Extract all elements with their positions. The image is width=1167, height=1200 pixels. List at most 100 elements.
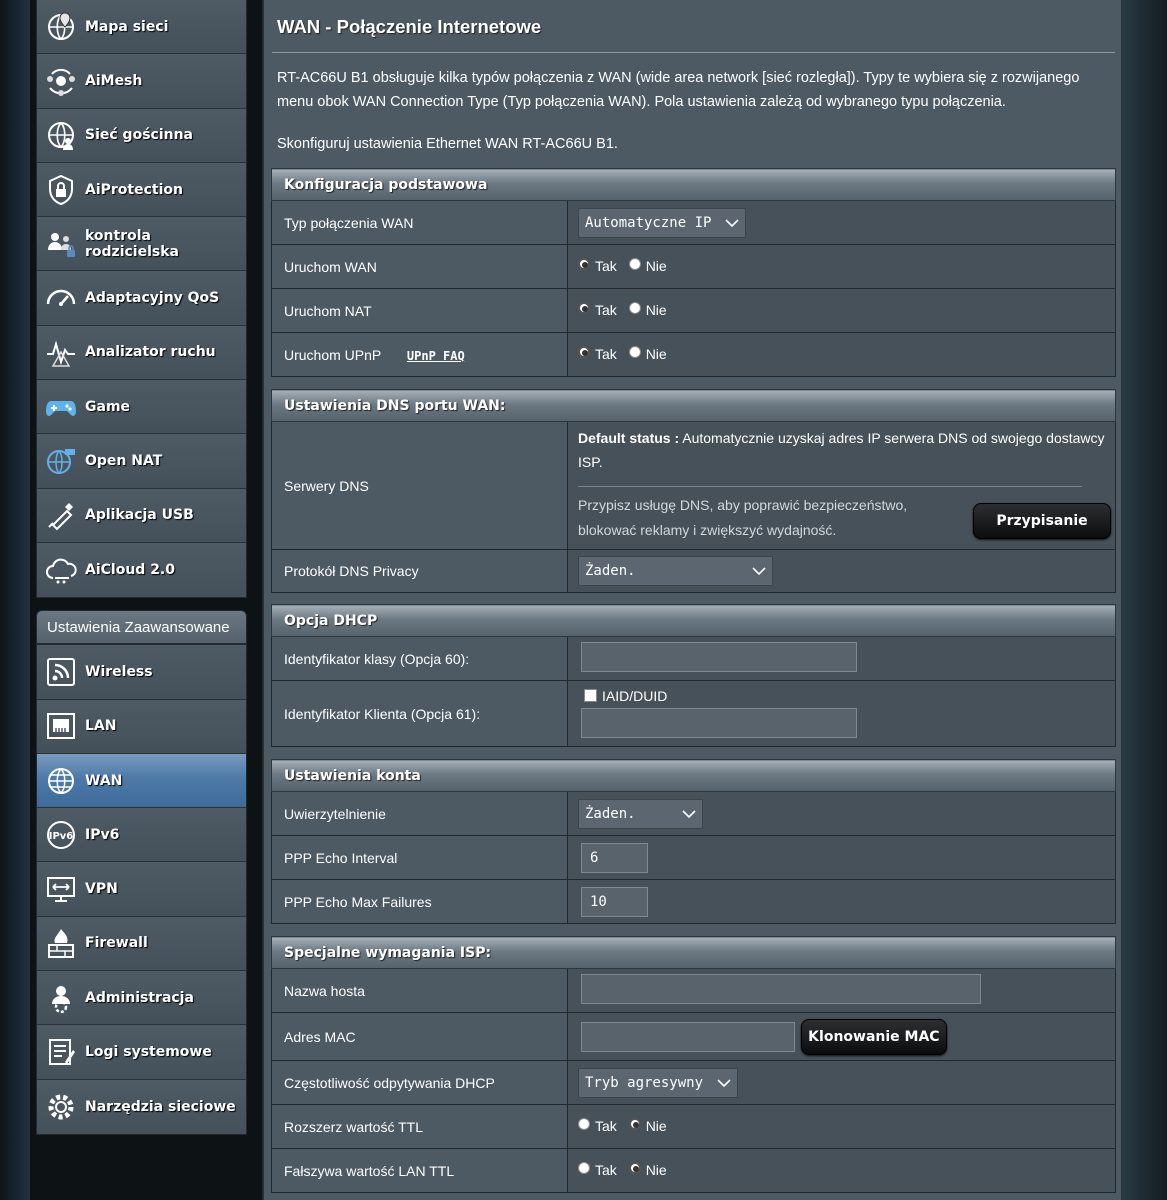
network-tools-icon bbox=[37, 1083, 85, 1131]
menu-label: Adaptacyjny QoS bbox=[85, 290, 220, 307]
ipv6-icon: IPv6 bbox=[37, 811, 85, 859]
guest-network-icon bbox=[37, 111, 85, 159]
dns-privacy-select[interactable]: Żaden. bbox=[578, 556, 773, 586]
extend-ttl-no-radio[interactable]: Nie bbox=[628, 1118, 667, 1134]
iaid-duid-checkbox[interactable] bbox=[584, 688, 597, 702]
wan-type-select[interactable]: Automatyczne IP bbox=[578, 207, 746, 238]
enable-wan-label: Uruchom WAN bbox=[271, 244, 568, 289]
network-map-icon bbox=[37, 3, 85, 51]
menu-item-aiprotection[interactable]: AiProtection bbox=[37, 162, 246, 218]
extend-ttl-yes-radio[interactable]: Tak bbox=[578, 1118, 617, 1134]
default-status-label: Default status : bbox=[578, 430, 680, 446]
chevron-down-icon bbox=[725, 218, 739, 227]
menu-label: IPv6 bbox=[85, 826, 120, 843]
radio-dot bbox=[578, 258, 590, 270]
section-header: Opcja DHCP bbox=[271, 604, 1116, 637]
mac-label: Adres MAC bbox=[271, 1012, 568, 1061]
system-log-icon bbox=[37, 1028, 85, 1076]
spoof-ttl-label: Fałszywa wartość LAN TTL bbox=[271, 1148, 568, 1193]
menu-item-adaptive-qos[interactable]: Adaptacyjny QoS bbox=[37, 271, 246, 326]
hostname-input[interactable] bbox=[581, 974, 981, 1004]
wan-type-label: Typ połączenia WAN bbox=[271, 200, 568, 245]
chevron-down-icon bbox=[717, 1078, 731, 1087]
enable-wan-no-radio[interactable]: Nie bbox=[628, 258, 667, 274]
radio-label: Tak bbox=[595, 1118, 617, 1134]
spoof-ttl-yes-radio[interactable]: Tak bbox=[578, 1162, 617, 1178]
firewall-icon bbox=[37, 919, 85, 967]
menu-item-game[interactable]: Game bbox=[37, 380, 246, 435]
menu-label: kontrola rodzicielska bbox=[85, 227, 179, 260]
menu-label: Wireless bbox=[85, 663, 153, 680]
mac-clone-button[interactable]: Klonowanie MAC bbox=[800, 1018, 947, 1055]
menu-item-usb-app[interactable]: Aplikacja USB bbox=[37, 488, 246, 543]
echo-max-label: PPP Echo Max Failures bbox=[271, 879, 568, 924]
dhcp-query-select[interactable]: Tryb agresywny bbox=[578, 1067, 738, 1098]
class-id-label: Identyfikator klasy (Opcja 60): bbox=[271, 636, 568, 681]
menu-label: Narzędzia sieciowe bbox=[85, 1098, 236, 1115]
chevron-down-icon bbox=[752, 567, 766, 576]
enable-wan-yes-radio[interactable]: Tak bbox=[578, 258, 617, 274]
client-id-label: Identyfikator Klienta (Opcja 61): bbox=[271, 680, 568, 747]
spoof-ttl-no-radio[interactable]: Nie bbox=[628, 1162, 667, 1178]
enable-nat-no-radio[interactable]: Nie bbox=[628, 302, 667, 318]
mac-input[interactable] bbox=[581, 1021, 795, 1052]
isp-requirements-table: Specjalne wymagania ISP: Nazwa hosta Adr… bbox=[271, 936, 1116, 1193]
open-nat-icon bbox=[37, 437, 85, 485]
lan-icon bbox=[37, 702, 85, 750]
client-id-input[interactable] bbox=[581, 708, 857, 738]
dhcp-query-value: Tryb agresywny bbox=[585, 1074, 704, 1091]
dns-divider bbox=[578, 486, 1082, 487]
class-id-input[interactable] bbox=[581, 642, 857, 672]
section-header: Specjalne wymagania ISP: bbox=[271, 936, 1116, 969]
enable-upnp-no-radio[interactable]: Nie bbox=[628, 346, 667, 362]
menu-item-aicloud[interactable]: AiCloud 2.0 bbox=[37, 542, 246, 598]
main-content: WAN - Połączenie Internetowe RT-AC66U B1… bbox=[263, 0, 1122, 1200]
echo-interval-label: PPP Echo Interval bbox=[271, 835, 568, 880]
auth-value: Żaden. bbox=[585, 805, 636, 822]
radio-dot bbox=[628, 1118, 641, 1130]
enable-upnp-yes-radio[interactable]: Tak bbox=[578, 346, 617, 362]
menu-item-wan[interactable]: WAN bbox=[37, 753, 246, 809]
advanced-menu: Wireless LAN WAN IPv6 IPv6 VPN Firewall … bbox=[36, 644, 247, 1135]
hostname-label: Nazwa hosta bbox=[271, 968, 568, 1013]
section-header: Konfiguracja podstawowa bbox=[271, 168, 1116, 201]
dns-settings-table: Ustawienia DNS portu WAN: Serwery DNS De… bbox=[271, 389, 1116, 593]
svg-text:IPv6: IPv6 bbox=[49, 831, 74, 842]
menu-item-parental-control[interactable]: kontrola rodzicielska bbox=[37, 217, 246, 272]
menu-label: Mapa sieci bbox=[85, 18, 169, 35]
upnp-faq-link[interactable]: UPnP FAQ bbox=[407, 349, 465, 363]
globe-icon bbox=[37, 757, 85, 805]
radio-label: Tak bbox=[595, 346, 617, 362]
menu-item-traffic-analyzer[interactable]: Analizator ruchu bbox=[37, 325, 246, 381]
enable-nat-yes-radio[interactable]: Tak bbox=[578, 302, 617, 318]
menu-item-guest-network[interactable]: Sieć gościnna bbox=[37, 108, 246, 163]
menu-item-system-log[interactable]: Logi systemowe bbox=[37, 1025, 246, 1080]
menu-item-administration[interactable]: Administracja bbox=[37, 971, 246, 1026]
echo-interval-input[interactable]: 6 bbox=[581, 842, 648, 873]
radio-dot bbox=[578, 1118, 590, 1130]
menu-label: WAN bbox=[85, 772, 123, 789]
enable-upnp-cell: Uruchom UPnP UPnP FAQ bbox=[271, 332, 568, 377]
menu-item-open-nat[interactable]: Open NAT bbox=[37, 434, 246, 489]
menu-item-ipv6[interactable]: IPv6 IPv6 bbox=[37, 808, 246, 863]
menu-item-vpn[interactable]: VPN bbox=[37, 862, 246, 917]
auth-select[interactable]: Żaden. bbox=[578, 798, 703, 829]
enable-nat-label: Uruchom NAT bbox=[271, 288, 568, 333]
iaid-checkbox-row: IAID/DUID bbox=[584, 688, 1115, 704]
echo-max-input[interactable]: 10 bbox=[581, 886, 648, 917]
dns-assign-button[interactable]: Przypisanie bbox=[973, 503, 1111, 539]
menu-item-wireless[interactable]: Wireless bbox=[37, 645, 246, 700]
enable-upnp-label: Uruchom UPnP bbox=[284, 346, 382, 363]
menu-label: VPN bbox=[85, 881, 118, 898]
menu-label: Sieć gościnna bbox=[85, 127, 194, 144]
radio-label: Nie bbox=[645, 1118, 667, 1134]
menu-label: Analizator ruchu bbox=[85, 344, 216, 361]
menu-item-aimesh[interactable]: AiMesh bbox=[37, 54, 246, 109]
speedometer-icon bbox=[37, 274, 85, 322]
menu-item-lan[interactable]: LAN bbox=[37, 699, 246, 754]
wireless-icon bbox=[37, 648, 85, 696]
menu-item-firewall[interactable]: Firewall bbox=[37, 916, 246, 972]
menu-item-network-tools[interactable]: Narzędzia sieciowe bbox=[37, 1079, 246, 1134]
menu-item-network-map[interactable]: Mapa sieci bbox=[37, 0, 246, 55]
radio-label: Nie bbox=[645, 302, 667, 318]
